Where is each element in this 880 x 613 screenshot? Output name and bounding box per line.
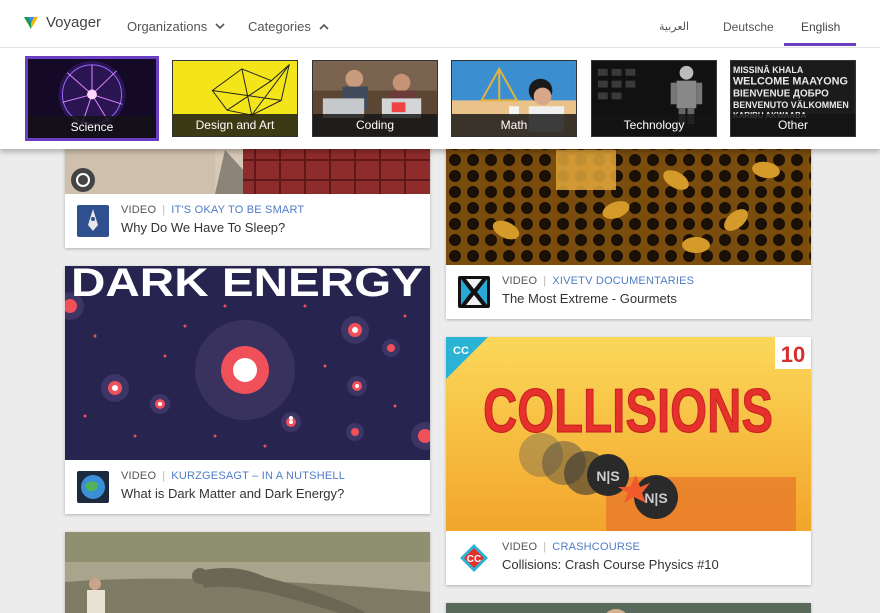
- video-title[interactable]: Why Do We Have To Sleep?: [121, 220, 285, 235]
- category-label: Coding: [313, 114, 437, 136]
- video-source[interactable]: XIVETV DOCUMENTARIES: [552, 275, 694, 287]
- video-card[interactable]: [65, 532, 430, 613]
- chevron-up-icon: [319, 23, 329, 30]
- dinosaur-scene-image: [65, 532, 430, 613]
- video-thumbnail: CC 10 COLLISIONS N|S N|S: [446, 337, 811, 531]
- language-arabic[interactable]: العربية: [659, 20, 689, 33]
- category-science[interactable]: Science: [25, 56, 159, 141]
- app-name: Voyager: [46, 14, 102, 31]
- chevron-down-icon: [215, 23, 225, 30]
- categories-dropdown[interactable]: Categories: [248, 19, 329, 34]
- video-thumbnail: [446, 603, 811, 613]
- video-type: VIDEO: [121, 470, 157, 482]
- svg-text:BENVENUTO VÄLKOMMEN: BENVENUTO VÄLKOMMEN: [733, 100, 849, 110]
- video-meta: VIDEO | KURZGESAGT – IN A NUTSHELL What is…: [65, 460, 430, 514]
- channel-icon: [77, 471, 109, 503]
- category-coding[interactable]: Coding: [312, 60, 438, 137]
- organizations-label: Organizations: [127, 19, 208, 34]
- video-type: VIDEO: [121, 204, 157, 216]
- video-thumbnail: [65, 532, 430, 613]
- svg-text:CC: CC: [467, 554, 481, 565]
- video-meta: VIDEO | IT'S OKAY TO BE SMART Why Do We Ha…: [65, 194, 430, 248]
- active-language-indicator: [784, 43, 856, 46]
- top-bar: Voyager Organizations Categories العربية…: [0, 0, 880, 48]
- category-strip: Science Design and Art Coding Math Techn…: [0, 48, 880, 149]
- categories-label: Categories: [248, 19, 311, 34]
- video-source[interactable]: IT'S OKAY TO BE SMART: [171, 204, 304, 216]
- video-card[interactable]: CC 10 COLLISIONS N|S N|S CC VIDEO | CRASHC…: [446, 337, 811, 585]
- video-card[interactable]: VIDEO | XIVETV DOCUMENTARIES The Most Extr…: [446, 120, 811, 319]
- video-title[interactable]: The Most Extreme - Gourmets: [502, 291, 677, 306]
- voyager-logo-icon: [24, 16, 38, 29]
- svg-text:N|S: N|S: [644, 490, 667, 506]
- thumbnail-title: COLLISIONS: [483, 377, 773, 446]
- svg-text:BIENVENUE ДОБРО: BIENVENUE ДОБРО: [733, 88, 829, 99]
- channel-icon: [458, 276, 490, 308]
- svg-text:MISSINĀ KHALA: MISSINĀ KHALA: [733, 65, 804, 75]
- episode-badge: 10: [781, 342, 805, 367]
- category-technology[interactable]: Technology: [591, 60, 717, 137]
- category-label: Technology: [592, 114, 716, 136]
- video-card[interactable]: DARK ENERGY VIDEO | KURZGESAGT – IN A NUTS…: [65, 266, 430, 514]
- category-math[interactable]: Math: [451, 60, 577, 137]
- channel-icon: [77, 205, 109, 237]
- channel-icon: CC: [458, 542, 490, 574]
- organizations-dropdown[interactable]: Organizations: [127, 19, 225, 34]
- video-thumbnail: DARK ENERGY: [65, 266, 430, 460]
- category-other[interactable]: MISSINĀ KHALA WELCOME MAAYONG BIENVENUE …: [730, 60, 856, 137]
- category-design-and-art[interactable]: Design and Art: [172, 60, 298, 137]
- video-source-line: VIDEO | XIVETV DOCUMENTARIES: [502, 275, 695, 287]
- video-type: VIDEO: [502, 541, 538, 553]
- thumbnail-title: DARK ENERGY: [71, 266, 423, 305]
- language-deutsche[interactable]: Deutsche: [723, 20, 774, 34]
- collisions-image: CC 10 COLLISIONS N|S N|S: [446, 337, 811, 531]
- category-label: Science: [28, 116, 156, 138]
- dark-energy-image: DARK ENERGY: [65, 266, 430, 460]
- portrait-image: [446, 603, 811, 613]
- svg-text:WELCOME MAAYONG: WELCOME MAAYONG: [733, 76, 848, 88]
- video-source[interactable]: KURZGESAGT – IN A NUTSHELL: [171, 470, 345, 482]
- language-english[interactable]: English: [801, 20, 840, 34]
- video-source-line: VIDEO | IT'S OKAY TO BE SMART: [121, 204, 305, 216]
- video-card[interactable]: [446, 603, 811, 613]
- video-type: VIDEO: [502, 275, 538, 287]
- category-label: Other: [731, 114, 855, 136]
- category-label: Design and Art: [173, 114, 297, 136]
- video-title[interactable]: What is Dark Matter and Dark Energy?: [121, 486, 344, 501]
- category-label: Math: [452, 114, 576, 136]
- video-source-line: VIDEO | KURZGESAGT – IN A NUTSHELL: [121, 470, 346, 482]
- video-meta: CC VIDEO | CRASHCOURSE Collisions: Crash C…: [446, 531, 811, 585]
- video-meta: VIDEO | XIVETV DOCUMENTARIES The Most Extr…: [446, 265, 811, 319]
- video-title[interactable]: Collisions: Crash Course Physics #10: [502, 557, 719, 572]
- app-logo[interactable]: Voyager: [24, 14, 101, 31]
- crashcourse-corner-label: CC: [453, 345, 469, 357]
- video-source[interactable]: CRASHCOURSE: [552, 541, 640, 553]
- video-source-line: VIDEO | CRASHCOURSE: [502, 541, 641, 553]
- svg-text:N|S: N|S: [596, 468, 619, 484]
